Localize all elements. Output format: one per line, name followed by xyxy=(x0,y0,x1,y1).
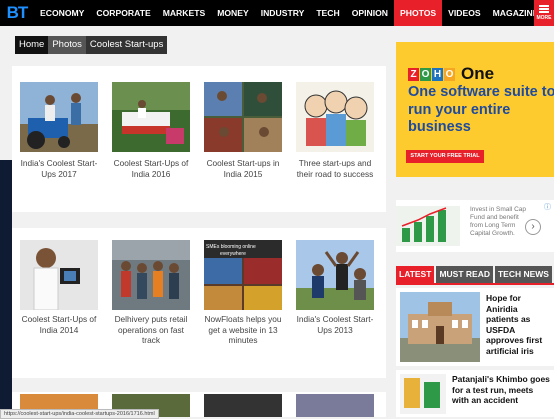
gallery-caption[interactable]: Coolest Start-ups in India 2015 xyxy=(200,158,286,179)
news-title[interactable]: Hope for Aniridia patients as USFDA appr… xyxy=(486,293,552,356)
gallery-thumbnail[interactable] xyxy=(112,240,190,310)
breadcrumb: Home Photos Coolest Start-ups xyxy=(15,36,168,54)
news-item[interactable]: Hope for Aniridia patients as USFDA appr… xyxy=(396,288,554,366)
tab-underline xyxy=(396,283,554,285)
zoho-logo: Z O H O One xyxy=(408,64,494,84)
breadcrumb-home[interactable]: Home xyxy=(15,36,49,54)
gallery-card[interactable]: Coolest Start-Ups of India 2016 xyxy=(108,70,194,208)
free-trial-button[interactable]: START YOUR FREE TRIAL xyxy=(406,150,484,163)
news-title[interactable]: Patanjali's Khimbo goes for a test run, … xyxy=(452,374,552,406)
nav-videos[interactable]: VIDEOS xyxy=(442,0,486,26)
nav-economy[interactable]: ECONOMY xyxy=(34,0,90,26)
fund-ad-text: Invest in Small Cap Fund and benefit fro… xyxy=(470,206,526,237)
fund-ad-image xyxy=(396,206,460,246)
chevron-right-icon[interactable]: › xyxy=(525,219,541,235)
breadcrumb-photos[interactable]: Photos xyxy=(48,36,86,54)
tab-latest[interactable]: LATEST xyxy=(396,266,435,283)
gallery-thumbnail[interactable]: SMEs blooming online everywhere xyxy=(204,240,282,310)
nav-photos[interactable]: PHOTOS xyxy=(394,0,443,26)
news-thumbnail[interactable] xyxy=(400,374,446,419)
gallery-thumbnail[interactable] xyxy=(204,394,282,417)
nav-corporate[interactable]: CORPORATE xyxy=(90,0,156,26)
gallery-caption[interactable]: India's Coolest Start-Ups 2013 xyxy=(292,314,378,335)
gallery-caption[interactable]: Coolest Start-Ups of India 2014 xyxy=(16,314,102,335)
gallery-caption[interactable]: Three start-ups and their road to succes… xyxy=(292,158,378,179)
nav-tech[interactable]: TECH xyxy=(310,0,345,26)
gallery-card[interactable]: India's Coolest Start-Ups 2017 xyxy=(16,70,102,208)
gallery-card[interactable]: India's Coolest Start-Ups 2013 xyxy=(292,232,378,370)
ad-info-icon[interactable]: ⓘ xyxy=(544,202,551,212)
news-item[interactable]: Patanjali's Khimbo goes for a test run, … xyxy=(396,370,554,417)
ad-headline: One software suite to run your entire bu… xyxy=(408,84,554,135)
top-nav: BT ECONOMY CORPORATE MARKETS MONEY INDUS… xyxy=(0,0,554,26)
gallery-row-2: Coolest Start-Ups of India 2014 Delhiver… xyxy=(12,228,386,378)
gallery-card[interactable]: Coolest Start-ups in India 2015 xyxy=(200,70,286,208)
browser-status-url: https://coolest-start-ups/india-coolest-… xyxy=(0,409,159,419)
gallery-thumbnail[interactable] xyxy=(112,82,190,152)
gallery-caption[interactable]: Coolest Start-Ups of India 2016 xyxy=(108,158,194,179)
zoho-letter: O xyxy=(444,67,455,81)
hamburger-icon xyxy=(539,5,549,13)
zoho-letter: H xyxy=(432,67,443,81)
nav-money[interactable]: MONEY xyxy=(211,0,255,26)
bt-logo[interactable]: BT xyxy=(0,0,34,26)
tab-tech-news[interactable]: TECH NEWS xyxy=(494,266,552,283)
thumbnail-text-line-1: SMEs blooming online xyxy=(206,244,256,250)
more-menu-button[interactable]: MORE xyxy=(534,0,554,26)
zoho-letter: Z xyxy=(408,67,419,81)
gallery-caption[interactable]: India's Coolest Start-Ups 2017 xyxy=(16,158,102,179)
gallery-thumbnail[interactable] xyxy=(204,82,282,152)
gallery-row-1: India's Coolest Start-Ups 2017 Coolest S… xyxy=(12,66,386,212)
nav-industry[interactable]: INDUSTRY xyxy=(255,0,311,26)
left-dark-strip xyxy=(0,160,12,417)
news-tabs: LATEST MUST READ TECH NEWS xyxy=(396,266,554,283)
more-label: MORE xyxy=(536,15,552,21)
thumbnail-text-line-2: everywhere xyxy=(220,251,246,257)
gallery-caption[interactable]: NowFloats helps you get a website in 13 … xyxy=(200,314,286,346)
gallery-card[interactable]: Three start-ups and their road to succes… xyxy=(292,70,378,208)
gallery-thumbnail[interactable] xyxy=(296,82,374,152)
fund-ad-banner[interactable]: Invest in Small Cap Fund and benefit fro… xyxy=(396,200,554,252)
gallery-thumbnail[interactable] xyxy=(296,394,374,417)
zoho-ad-banner[interactable]: Z O H O One One software suite to run yo… xyxy=(396,42,554,177)
nav-markets[interactable]: MARKETS xyxy=(157,0,212,26)
gallery-thumbnail[interactable] xyxy=(20,240,98,310)
gallery-card[interactable]: Coolest Start-Ups of India 2014 xyxy=(16,232,102,370)
gallery-caption[interactable]: Delhivery puts retail operations on fast… xyxy=(108,314,194,346)
zoho-letter: O xyxy=(420,67,431,81)
gallery-card[interactable]: SMEs blooming online everywhere NowFloat… xyxy=(200,232,286,370)
gallery-thumbnail[interactable] xyxy=(20,82,98,152)
gallery-card[interactable]: Delhivery puts retail operations on fast… xyxy=(108,232,194,370)
logo-text: BT xyxy=(6,3,29,22)
zoho-product-name: One xyxy=(461,64,495,83)
gallery-thumbnail[interactable] xyxy=(296,240,374,310)
breadcrumb-current: Coolest Start-ups xyxy=(85,36,168,54)
news-thumbnail[interactable] xyxy=(400,292,480,367)
nav-opinion[interactable]: OPINION xyxy=(346,0,394,26)
tab-must-read[interactable]: MUST READ xyxy=(436,266,493,283)
